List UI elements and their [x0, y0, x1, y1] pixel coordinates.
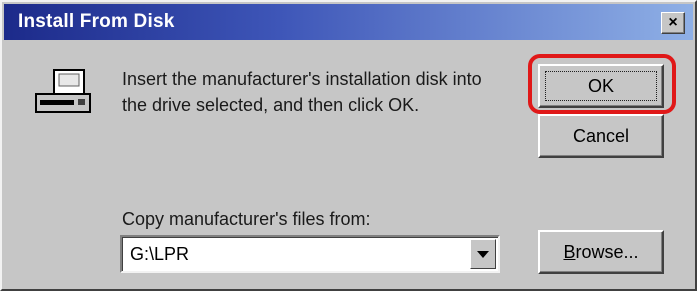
dropdown-button[interactable] — [470, 239, 496, 269]
copy-from-combobox[interactable]: G:\LPR — [120, 235, 500, 273]
browse-button-label: Browse... — [563, 241, 639, 262]
cancel-button-label: Cancel — [572, 125, 630, 146]
close-icon: × — [668, 14, 678, 31]
copy-from-label: Copy manufacturer's files from: — [122, 209, 371, 229]
title-bar: Install From Disk × — [4, 4, 693, 40]
red-highlight-annotation — [528, 54, 676, 114]
copy-from-value: G:\LPR — [130, 244, 190, 264]
cancel-button[interactable]: Cancel — [538, 114, 664, 158]
chevron-down-icon — [477, 250, 489, 258]
browse-button[interactable]: Browse... — [538, 230, 664, 274]
instruction-message: Insert the manufacturer's installation d… — [122, 69, 482, 115]
close-button[interactable]: × — [661, 12, 685, 34]
install-from-disk-dialog: Install From Disk × Insert the manufactu… — [0, 0, 697, 291]
disk-drive-icon — [35, 69, 91, 113]
window-title: Install From Disk — [18, 11, 175, 32]
